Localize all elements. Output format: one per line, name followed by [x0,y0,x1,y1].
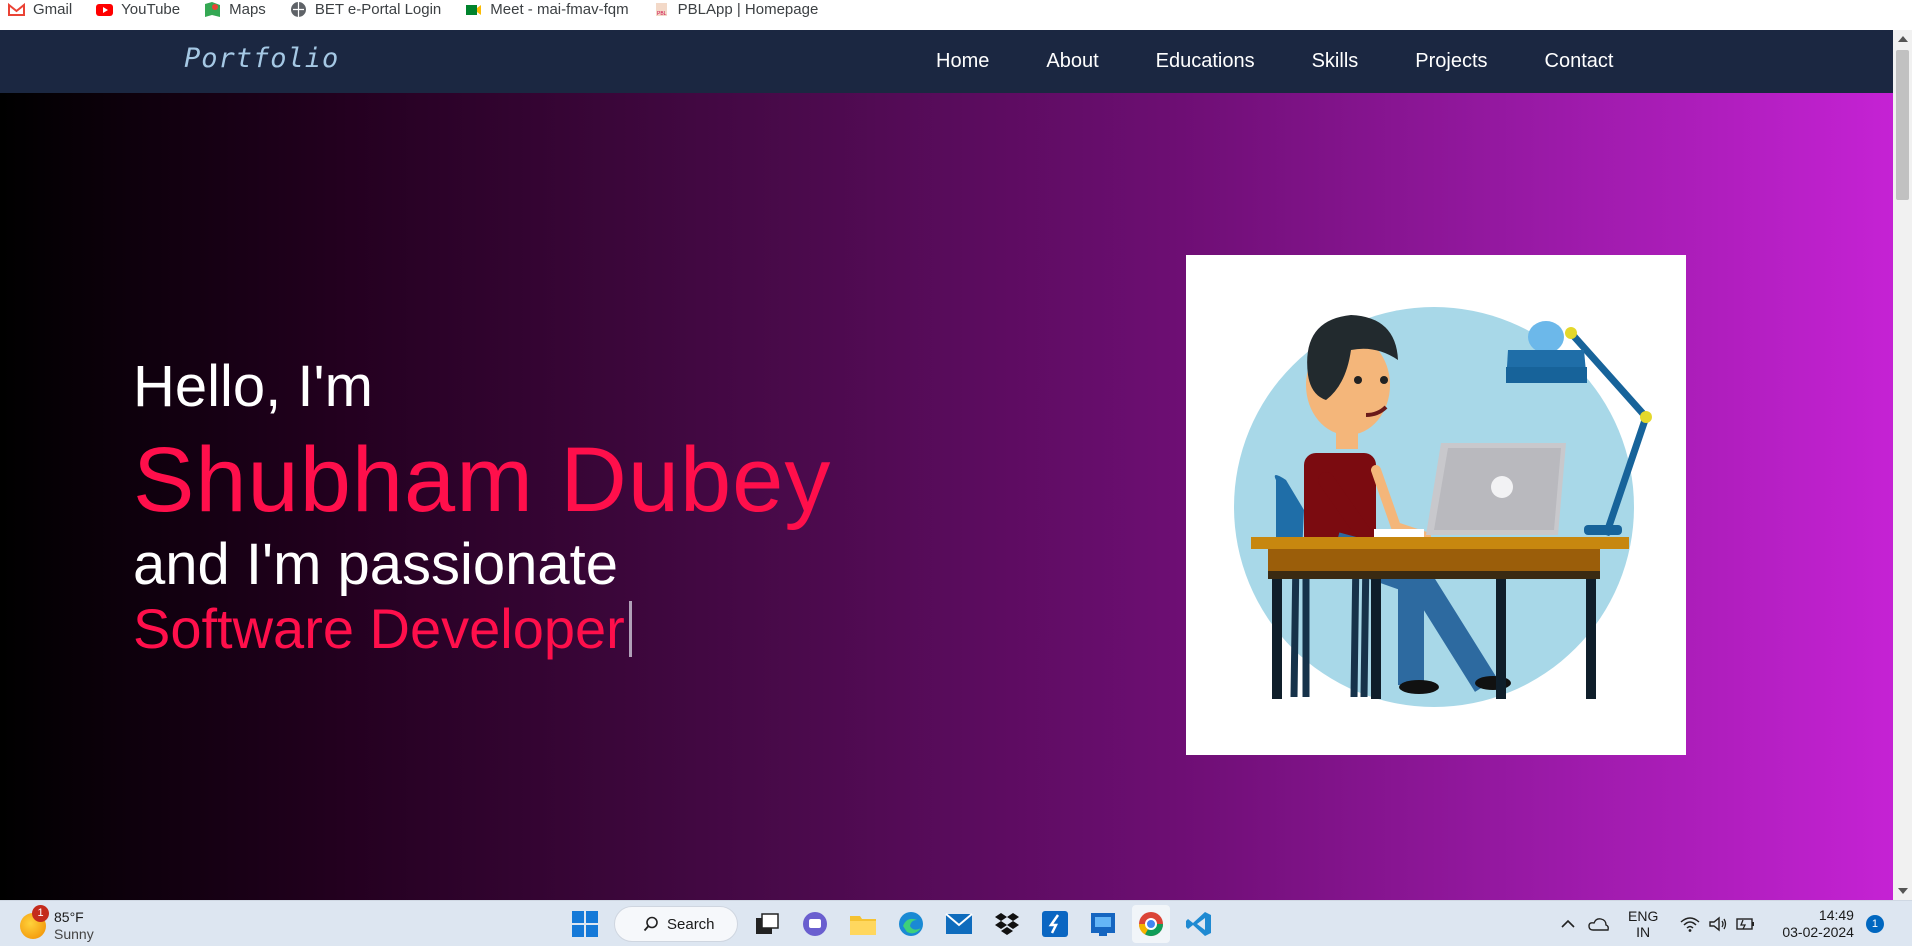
chrome-icon[interactable] [1132,905,1170,943]
hero-role: Software Developer [133,597,625,660]
weather-widget[interactable]: 1 85°F Sunny [20,905,94,943]
bookmark-label: Gmail [33,0,73,18]
file-explorer-icon[interactable] [844,905,882,943]
clock-date: 03-02-2024 [1782,924,1854,940]
hero-section: Hello, I'm Shubham Dubey and I'm passion… [0,93,1893,900]
page-scrollbar[interactable] [1893,30,1912,900]
windows-start-icon[interactable] [566,905,604,943]
scroll-thumb[interactable] [1896,50,1909,200]
gmail-icon [8,2,25,16]
bookmarks-bar: Gmail YouTube Maps BET e-Portal Login Me… [0,0,1893,30]
taskbar-search[interactable]: Search [614,906,738,942]
onedrive-cloud-icon[interactable] [1588,916,1610,932]
nav-about[interactable]: About [1046,50,1098,73]
taskbar-clock[interactable]: 14:49 03-02-2024 [1782,907,1854,941]
bookmark-pblapp[interactable]: PBL PBLApp | Homepage [653,0,819,18]
maps-icon [205,1,221,17]
language-region: IN [1636,924,1651,940]
app-blue-icon[interactable] [1084,905,1122,943]
bookmark-youtube[interactable]: YouTube [96,1,180,18]
hero-greeting: Hello, I'm [133,354,373,419]
taskbar-apps: Search [566,905,1218,943]
bookmark-bet-eportal[interactable]: BET e-Portal Login [290,1,441,18]
clock-time: 14:49 [1818,907,1854,923]
youtube-icon [96,3,114,16]
globe-icon [290,1,306,17]
sun-icon: 1 [20,905,49,939]
scroll-down-arrow-icon[interactable] [1898,888,1908,894]
nav-home[interactable]: Home [936,50,989,73]
weather-condition: Sunny [54,926,94,942]
nav-projects[interactable]: Projects [1415,50,1487,73]
vscode-icon[interactable] [1180,905,1218,943]
bookmark-meet[interactable]: Meet - mai-fmav-fqm [465,0,629,18]
nav-educations[interactable]: Educations [1156,50,1255,73]
language-code: ENG [1628,908,1659,924]
weather-temp: 85°F [54,909,84,925]
battery-icon[interactable] [1734,916,1756,932]
svg-text:PBL: PBL [657,11,667,17]
windows-taskbar: 1 85°F Sunny Search ENG IN 14:49 03-02-2… [0,900,1912,946]
weather-badge: 1 [32,905,49,922]
bookmark-label: BET e-Portal Login [314,0,442,18]
notification-badge[interactable]: 1 [1865,915,1884,933]
task-view-icon[interactable] [748,905,786,943]
meet-icon [466,4,482,15]
teams-chat-icon[interactable] [796,905,834,943]
language-indicator[interactable]: ENG IN [1628,908,1658,940]
site-logo[interactable]: Portfolio [184,43,339,74]
bookmark-label: Meet - mai-fmav-fqm [490,0,629,18]
mail-icon[interactable] [940,905,978,943]
nav-skills[interactable]: Skills [1312,50,1359,73]
bookmark-label: YouTube [121,0,181,18]
system-tray: ENG IN 14:49 03-02-2024 1 [1560,901,1884,946]
volume-icon[interactable] [1708,916,1728,932]
nav-links: Home About Educations Skills Projects Co… [936,30,1670,93]
bookmark-label: PBLApp | Homepage [677,0,819,18]
search-icon [643,916,658,932]
bookmark-gmail[interactable]: Gmail [8,1,72,18]
wifi-icon[interactable] [1680,916,1700,932]
hero-role-typing: Software Developer [133,596,632,661]
site-navbar: Portfolio Home About Educations Skills P… [0,30,1893,93]
scroll-up-arrow-icon[interactable] [1898,36,1908,42]
dropbox-icon[interactable] [988,905,1026,943]
hero-name: Shubham Dubey [133,429,832,531]
bookmark-maps[interactable]: Maps [204,1,266,18]
app-blue-s-icon[interactable] [1036,905,1074,943]
developer-illustration [1186,255,1686,755]
bookmark-label: Maps [229,0,266,18]
developer-at-desk-image [1234,307,1652,707]
chevron-up-icon[interactable] [1560,919,1576,929]
hero-passion: and I'm passionate [133,532,619,597]
typing-cursor [628,600,632,657]
search-label: Search [667,915,715,933]
nav-contact[interactable]: Contact [1545,50,1614,73]
edge-icon[interactable] [892,905,930,943]
pblapp-icon: PBL [655,2,667,17]
